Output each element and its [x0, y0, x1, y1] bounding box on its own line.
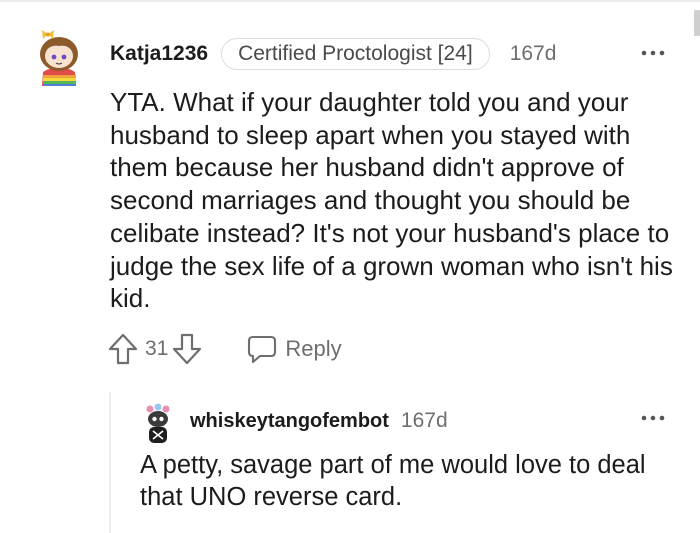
thread-line[interactable]: [109, 392, 111, 533]
user-flair-badge: Certified Proctologist [24]: [221, 38, 490, 70]
scrollbar-thumb[interactable]: [694, 10, 700, 36]
reply-username[interactable]: whiskeytangofembot: [190, 410, 389, 433]
upvote-arrow-icon[interactable]: [108, 333, 138, 365]
snoo-avatar-icon[interactable]: [34, 28, 84, 86]
vote-count: 31: [145, 337, 169, 360]
reply-bubble-icon: [248, 335, 277, 364]
comment-username[interactable]: Katja1236: [110, 42, 208, 66]
comment-body: YTA. What if your daughter told you and …: [110, 87, 673, 314]
comment-header: Katja1236 Certified Proctologist [24] 16…: [110, 38, 556, 70]
downvote-arrow-icon[interactable]: [172, 333, 202, 365]
reply-age: 167d: [400, 409, 448, 432]
comment-age: 167d: [509, 42, 557, 65]
bot-avatar-icon[interactable]: [143, 403, 173, 443]
reply-header: whiskeytangofembot 167d: [190, 407, 448, 435]
reply-label: Reply: [285, 336, 342, 361]
more-options-icon[interactable]: [641, 48, 665, 58]
reply-button[interactable]: Reply: [247, 334, 342, 364]
reply-body: A petty, savage part of me would love to…: [140, 451, 646, 511]
top-divider: [0, 0, 700, 2]
comment-action-bar: 31 Reply: [108, 332, 342, 366]
more-options-icon[interactable]: [641, 413, 665, 423]
